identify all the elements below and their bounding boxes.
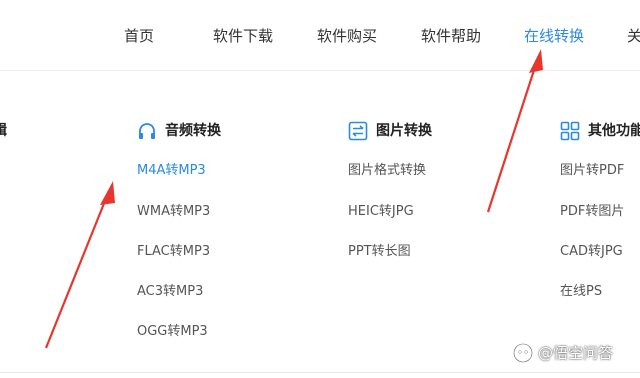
nav-item-about[interactable]: 关 — [627, 25, 640, 47]
link-cad-to-jpg[interactable]: CAD转JPG — [560, 243, 623, 261]
watermark-text: @悟空问答 — [538, 344, 614, 362]
headphones-icon — [139, 123, 155, 139]
panel-bottom-border — [0, 372, 640, 373]
link-ogg-to-mp3[interactable]: OGG转MP3 — [137, 323, 208, 341]
link-online-ps[interactable]: 在线PS — [560, 283, 602, 301]
wukong-logo-icon — [513, 343, 533, 363]
swap-arrows-icon — [348, 121, 368, 141]
nav-item-software-download[interactable]: 软件下载 — [213, 25, 273, 47]
link-flac-to-mp3[interactable]: FLAC转MP3 — [137, 243, 210, 261]
nav-item-software-help[interactable]: 软件帮助 — [421, 25, 481, 47]
link-image-to-pdf[interactable]: 图片转PDF — [560, 162, 624, 180]
link-m4a-to-mp3[interactable]: M4A转MP3 — [137, 162, 206, 180]
dropdown-panel — [0, 71, 640, 371]
link-heic-to-jpg[interactable]: HEIC转JPG — [348, 203, 414, 221]
nav-item-online-convert[interactable]: 在线转换 — [524, 25, 584, 47]
top-nav: 首页 软件下载 软件购买 软件帮助 在线转换 关 — [0, 0, 640, 70]
column-title-audio: 音频转换 — [165, 123, 221, 139]
page: 首页 软件下载 软件购买 软件帮助 在线转换 关 辑 音频转换 M4A转MP3 … — [0, 0, 640, 378]
column-title-image: 图片转换 — [376, 123, 432, 139]
column-title-other: 其他功能 — [588, 123, 640, 139]
nav-item-home[interactable]: 首页 — [124, 25, 154, 47]
link-image-format-convert[interactable]: 图片格式转换 — [348, 162, 426, 180]
nav-item-software-purchase[interactable]: 软件购买 — [317, 25, 377, 47]
link-ppt-to-long-image[interactable]: PPT转长图 — [348, 243, 411, 261]
watermark: @悟空问答 — [512, 342, 613, 364]
column-title-partial: 辑 — [0, 121, 7, 141]
link-wma-to-mp3[interactable]: WMA转MP3 — [137, 203, 210, 221]
grid-icon — [560, 121, 580, 141]
link-pdf-to-image[interactable]: PDF转图片 — [560, 203, 624, 221]
link-ac3-to-mp3[interactable]: AC3转MP3 — [137, 283, 203, 301]
